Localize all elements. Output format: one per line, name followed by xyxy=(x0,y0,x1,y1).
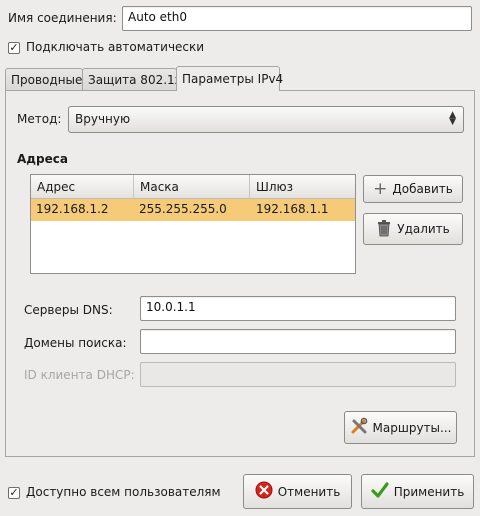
cell-gateway: 192.168.1.1 xyxy=(256,202,329,216)
delete-button-label: Удалить xyxy=(397,222,450,236)
plus-icon: + xyxy=(373,179,388,199)
ipv4-settings-panel: Метод: Вручную ▲ ▼ Адреса Адрес Маска Шлю… xyxy=(5,90,475,457)
method-value: Вручную xyxy=(75,112,131,126)
search-domains-label: Домены поиска: xyxy=(24,336,127,350)
connection-name-label: Имя соединения: xyxy=(8,11,117,25)
addresses-title: Адреса xyxy=(17,152,68,166)
apply-button[interactable]: Применить xyxy=(361,474,474,509)
connection-name-input[interactable]: Auto eth0 xyxy=(122,6,472,31)
method-select[interactable]: Вручную ▲ ▼ xyxy=(68,106,464,133)
cancel-button[interactable]: Отменить xyxy=(243,474,352,509)
all-users-checkbox[interactable]: ✓ xyxy=(8,487,20,499)
checkmark-icon xyxy=(371,481,389,502)
chevron-updown-icon: ▲ ▼ xyxy=(449,110,456,127)
column-header-gateway[interactable]: Шлюз xyxy=(250,175,355,199)
delete-button[interactable]: Удалить xyxy=(363,213,463,245)
add-button-label: Добавить xyxy=(392,182,453,196)
dhcp-client-id-input xyxy=(140,362,456,387)
dns-servers-label: Серверы DNS: xyxy=(24,303,113,317)
search-domains-input[interactable] xyxy=(140,329,456,354)
tab-wired[interactable]: Проводные xyxy=(5,68,83,90)
addresses-table[interactable]: Адрес Маска Шлюз 192.168.1.2 255.255.255… xyxy=(30,174,356,274)
tab-8021x-security[interactable]: Защита 802.1x xyxy=(82,68,182,90)
add-button[interactable]: + Добавить xyxy=(363,175,463,203)
apply-button-label: Применить xyxy=(393,484,465,499)
auto-connect-label: Подключать автоматически xyxy=(26,40,205,54)
table-row[interactable]: 192.168.1.2 255.255.255.0 192.168.1.1 xyxy=(31,199,355,221)
cancel-icon xyxy=(255,481,273,502)
routes-button-label: Маршруты... xyxy=(372,420,452,435)
cancel-button-label: Отменить xyxy=(277,484,341,499)
auto-connect-checkbox[interactable]: ✓ xyxy=(8,42,20,54)
all-users-label: Доступно всем пользователям xyxy=(26,485,221,499)
column-header-address[interactable]: Адрес xyxy=(31,175,134,199)
trash-icon xyxy=(376,219,392,240)
dns-servers-input[interactable]: 10.0.1.1 xyxy=(140,296,456,321)
method-label: Метод: xyxy=(17,112,62,126)
cell-mask: 255.255.255.0 xyxy=(139,202,227,216)
column-header-mask[interactable]: Маска xyxy=(134,175,250,199)
routes-button[interactable]: Маршруты... xyxy=(344,411,457,444)
tools-icon xyxy=(350,417,368,438)
cell-address: 192.168.1.2 xyxy=(36,202,109,216)
dhcp-client-id-label: ID клиента DHCP: xyxy=(24,368,135,382)
tab-ipv4-settings[interactable]: Параметры IPv4 xyxy=(176,66,283,91)
